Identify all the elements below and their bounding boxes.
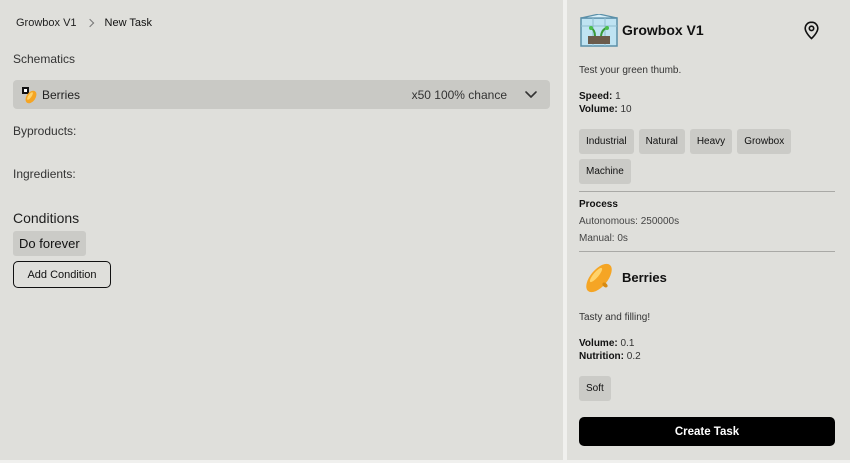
item-description: Tasty and filling! [579,312,651,323]
item-nutrition-label: Nutrition: [579,351,624,362]
schematic-name: Berries [42,87,81,102]
ingredients-label: Ingredients: [13,167,76,181]
create-task-button[interactable]: Create Task [579,417,835,446]
process-manual: Manual: 0s [579,233,628,244]
tag-natural: Natural [638,129,685,154]
add-condition-button[interactable]: Add Condition [13,261,111,288]
schematic-output: x50 100% chance [411,87,507,102]
machine-description: Test your green thumb. [579,65,682,76]
schematics-label: Schematics [13,52,76,66]
schematic-select[interactable]: Berries x50 100% chance [13,80,550,109]
machine-speed: Speed: 1 [579,91,621,102]
growbox-icon [579,13,619,48]
item-volume: Volume: 0.1 [579,338,634,349]
breadcrumb-parent[interactable]: Growbox V1 [16,17,77,29]
item-volume-value: 0.1 [620,338,635,349]
map-pin-icon[interactable] [803,21,820,40]
berries-icon [581,261,617,295]
item-volume-label: Volume: [579,338,618,349]
speed-label: Speed: [579,91,613,102]
tag-growbox: Growbox [737,129,792,154]
item-nutrition: Nutrition: 0.2 [579,351,641,362]
volume-value: 10 [620,104,632,115]
item-nutrition-value: 0.2 [626,351,641,362]
process-title: Process [579,199,618,210]
task-editor-panel: Growbox V1 New Task Schematics Berries x… [0,0,563,460]
process-autonomous: Autonomous: 250000s [579,216,680,227]
volume-label: Volume: [579,104,618,115]
machine-volume: Volume: 10 [579,104,632,115]
breadcrumb: Growbox V1 New Task [16,17,152,29]
breadcrumb-current: New Task [104,17,153,29]
berries-icon [20,86,38,104]
conditions-heading: Conditions [13,210,80,226]
chevron-down-icon [524,87,538,99]
condition-chip[interactable]: Do forever [13,231,86,256]
machine-tags: Industrial Natural Heavy Growbox Machine [579,129,819,184]
speed-value: 1 [615,91,621,102]
tag-industrial: Industrial [579,129,634,154]
divider [579,191,835,192]
tag-heavy: Heavy [689,129,733,154]
tag-machine: Machine [579,159,631,184]
tag-soft: Soft [579,376,611,401]
divider [579,251,835,252]
chevron-right-icon [85,18,94,28]
app-root: Growbox V1 New Task Schematics Berries x… [0,0,850,463]
machine-title: Growbox V1 [622,22,704,38]
item-title: Berries [622,270,667,285]
byproducts-label: Byproducts: [13,124,77,138]
